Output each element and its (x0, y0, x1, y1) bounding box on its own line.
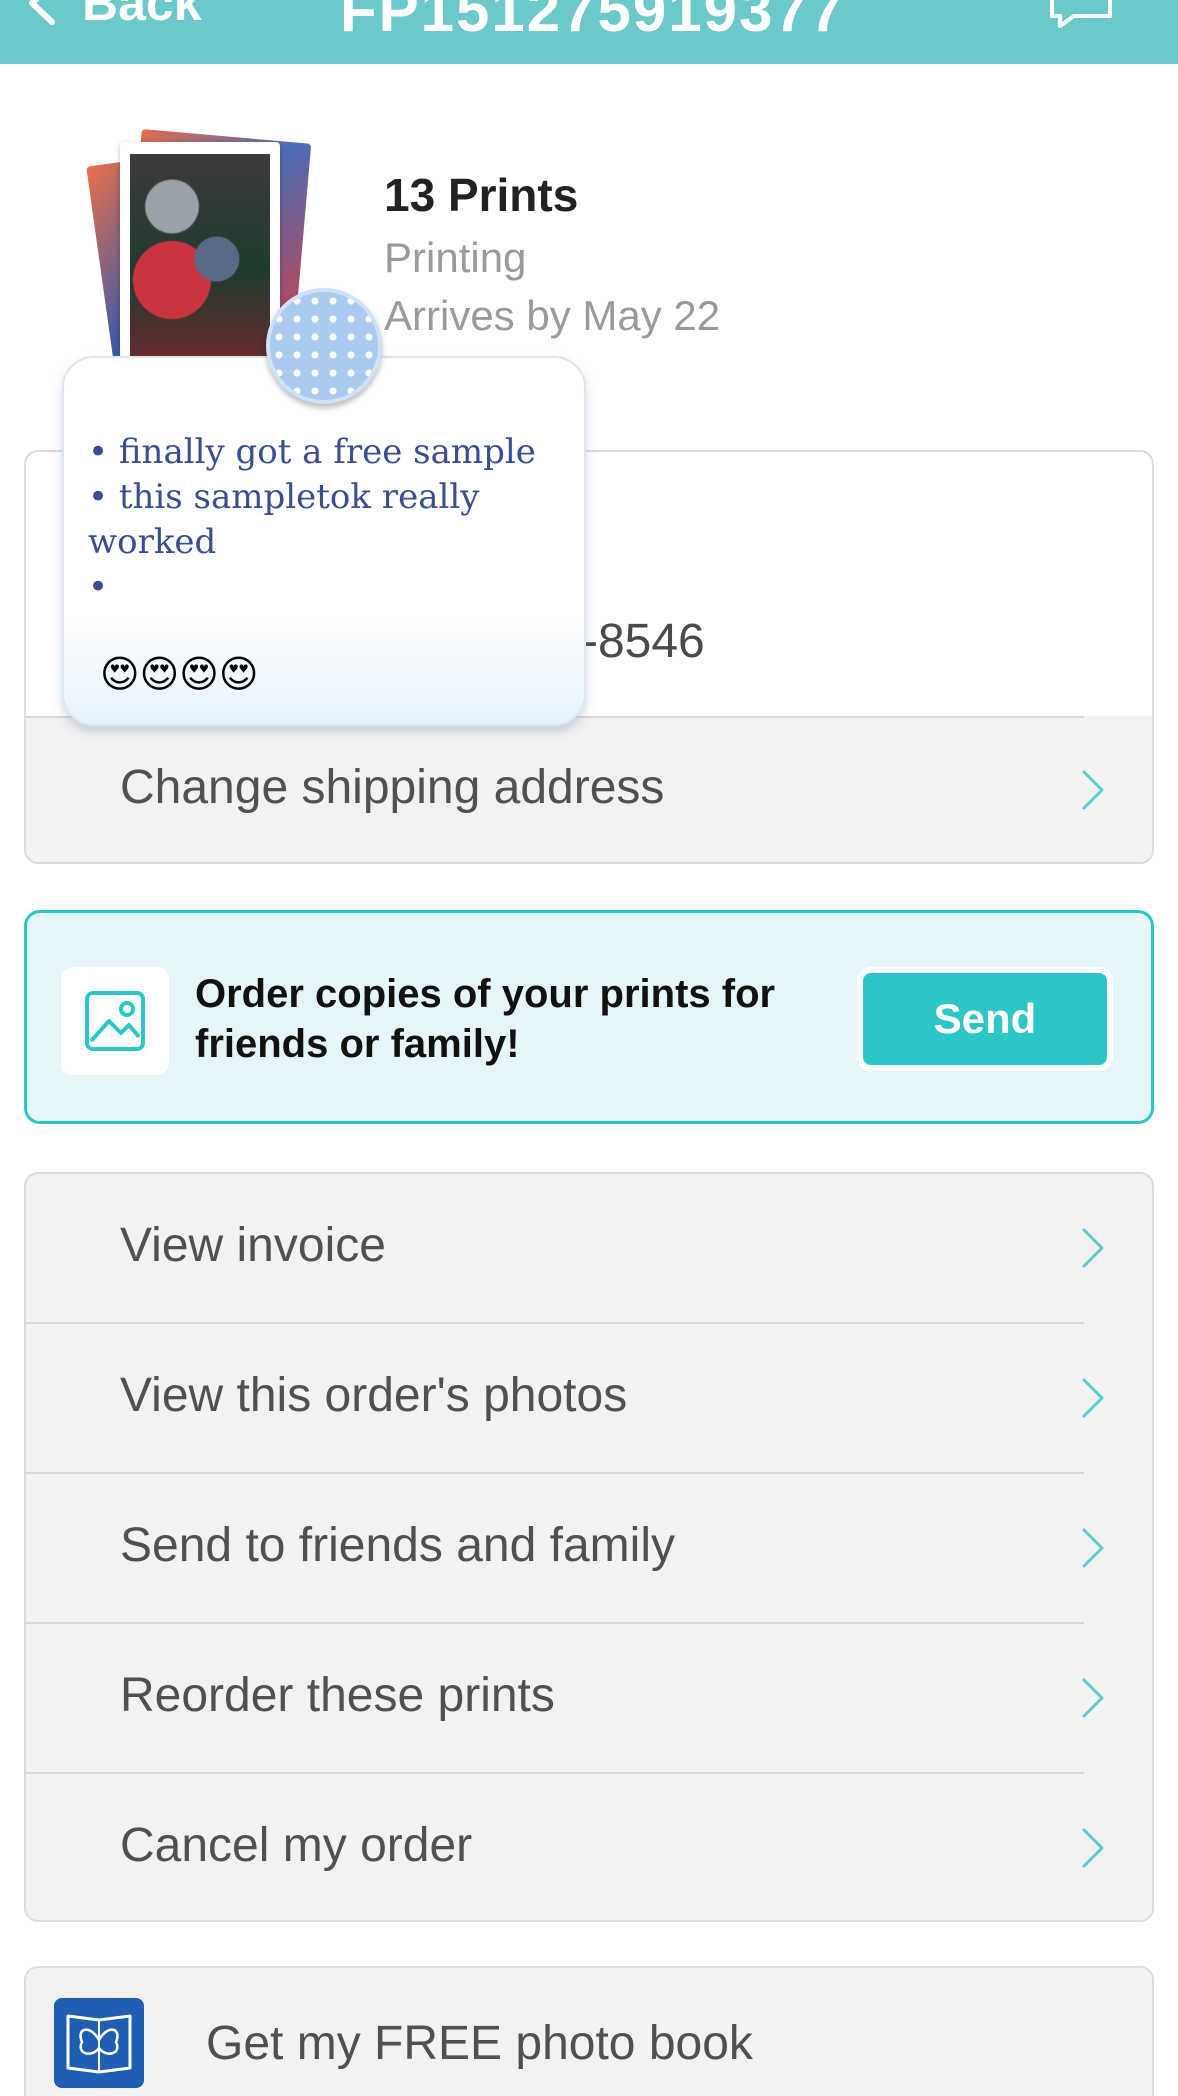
photo-thumb-front (120, 142, 280, 364)
send-button[interactable]: Send (857, 967, 1113, 1071)
butterfly-book-icon (54, 1998, 144, 2088)
action-label: View invoice (120, 1219, 386, 1272)
chat-icon[interactable] (1048, 0, 1114, 28)
order-status: Printing (384, 234, 527, 281)
shipping-phone: )-8546 (566, 615, 705, 668)
sticker-line: • this sampletok really worked (88, 477, 480, 562)
cancel-order-row[interactable]: Cancel my order (26, 1774, 1152, 1920)
order-copies-promo: Order copies of your prints for friends … (24, 910, 1154, 1124)
chevron-right-icon (1082, 1678, 1104, 1718)
view-order-photos-row[interactable]: View this order's photos (26, 1324, 1152, 1474)
sticker-line: • (88, 567, 109, 607)
action-label: Cancel my order (120, 1819, 473, 1872)
chevron-right-icon (1082, 1828, 1104, 1868)
order-arrival: Arrives by May 22 (384, 292, 721, 339)
order-title: 13 Prints (384, 169, 579, 221)
sticker-pin-icon (266, 288, 382, 404)
nav-bar: Back FP151275919377 (0, 0, 1178, 64)
reorder-prints-row[interactable]: Reorder these prints (26, 1624, 1152, 1774)
back-label: Back (82, 0, 202, 31)
sticker-line: • finally got a free sample (88, 432, 536, 472)
free-photo-book-row[interactable]: Get my FREE photo book (24, 1966, 1154, 2096)
action-label: Reorder these prints (120, 1669, 555, 1722)
note-sticker: • finally got a free sample • this sampl… (62, 356, 586, 726)
chevron-left-icon (29, 0, 55, 25)
change-shipping-label: Change shipping address (120, 761, 665, 814)
back-button[interactable]: Back (22, 0, 202, 31)
order-actions-list: View invoice View this order's photos Se… (24, 1172, 1154, 1922)
change-shipping-row[interactable]: Change shipping address (26, 716, 1152, 862)
sticker-emojis: 😍😍😍😍 (100, 654, 259, 696)
chevron-right-icon (1082, 1528, 1104, 1568)
photo-book-label: Get my FREE photo book (206, 2017, 753, 2070)
image-icon (61, 967, 169, 1075)
chevron-right-icon (1082, 1228, 1104, 1268)
chevron-right-icon (1082, 1378, 1104, 1418)
chevron-right-icon (1082, 770, 1104, 810)
send-to-friends-row[interactable]: Send to friends and family (26, 1474, 1152, 1624)
sticker-text: • finally got a free sample • this sampl… (88, 430, 568, 610)
action-label: Send to friends and family (120, 1519, 675, 1572)
action-label: View this order's photos (120, 1369, 628, 1422)
promo-text: Order copies of your prints for friends … (195, 972, 776, 1066)
order-number-title: FP151275919377 (340, 0, 846, 44)
view-invoice-row[interactable]: View invoice (26, 1174, 1152, 1324)
